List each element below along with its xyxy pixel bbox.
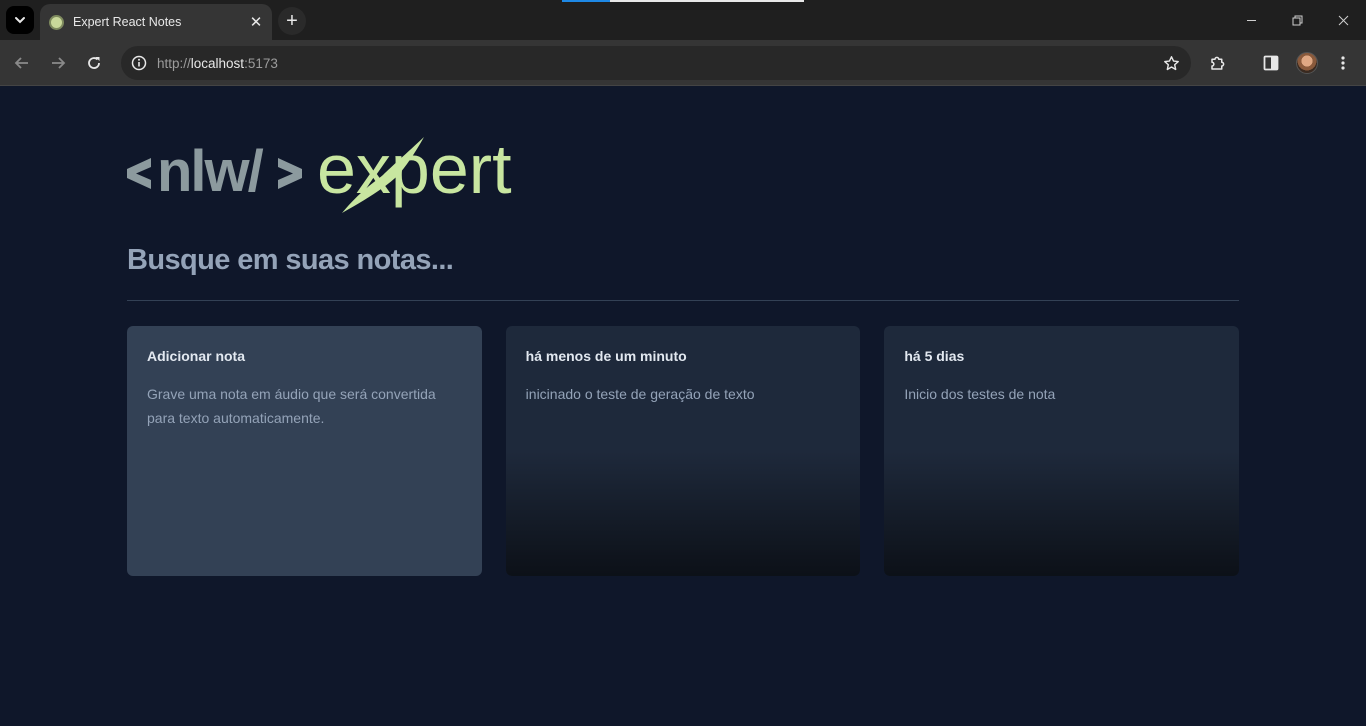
puzzle-icon	[1211, 56, 1225, 70]
arrow-right-icon	[52, 57, 66, 69]
profile-button[interactable]	[1293, 49, 1321, 77]
browser-titlebar: Expert React Notes ✕ +	[0, 0, 1366, 40]
kebab-menu-icon	[1341, 56, 1345, 70]
back-button[interactable]	[8, 49, 36, 77]
search-input[interactable]	[127, 238, 1239, 301]
extensions-button[interactable]	[1204, 49, 1232, 77]
side-panel-button[interactable]	[1257, 49, 1285, 77]
reload-button[interactable]	[80, 49, 108, 77]
site-info-icon[interactable]	[129, 53, 149, 73]
url-port: :5173	[244, 55, 278, 71]
logo-right-text: expert	[317, 135, 512, 208]
note-card-fade	[884, 451, 1240, 576]
browser-tab[interactable]: Expert React Notes ✕	[40, 4, 272, 40]
add-note-card[interactable]: Adicionar nota Grave uma nota em áudio q…	[127, 326, 482, 576]
page: nlw/ expert Adicionar nota Grave uma not…	[0, 87, 1366, 726]
favicon-icon	[49, 14, 64, 30]
restore-button[interactable]	[1274, 0, 1320, 40]
note-card-text: Grave uma nota em áudio que será convert…	[147, 386, 436, 426]
url-text[interactable]: http://localhost:5173	[157, 56, 1157, 71]
nlw-expert-logo: nlw/ expert	[127, 135, 512, 213]
note-card-fade	[505, 451, 861, 576]
chevron-down-icon	[15, 17, 25, 24]
note-card[interactable]: há 5 dias Inicio dos testes de nota	[884, 326, 1240, 576]
logo-left-text: nlw/	[157, 139, 264, 204]
drag-strip-accent	[562, 0, 610, 2]
browser-toolbar: http://localhost:5173	[0, 40, 1366, 86]
bookmark-star-icon[interactable]	[1157, 49, 1185, 77]
close-window-button[interactable]	[1320, 0, 1366, 40]
forward-button[interactable]	[44, 49, 72, 77]
menu-button[interactable]	[1329, 49, 1357, 77]
side-panel-icon	[1263, 55, 1279, 71]
note-card-date: há menos de um minuto	[525, 348, 687, 364]
note-card-text: inicinado o teste de geração de texto	[525, 386, 755, 402]
address-bar[interactable]: http://localhost:5173	[121, 46, 1191, 80]
avatar	[1296, 52, 1318, 74]
url-host: localhost	[190, 55, 245, 71]
tab-close-icon[interactable]: ✕	[246, 12, 266, 32]
reload-icon	[88, 57, 100, 69]
minimize-icon	[1246, 19, 1256, 21]
minimize-button[interactable]	[1228, 0, 1274, 40]
url-scheme: http://	[157, 55, 191, 71]
close-icon	[1338, 15, 1348, 25]
logo-bracket-right	[278, 158, 302, 189]
tab-title: Expert React Notes	[73, 15, 182, 29]
window-controls	[1228, 0, 1366, 40]
notes-grid: Adicionar nota Grave uma nota em áudio q…	[127, 326, 1240, 576]
note-card[interactable]: há menos de um minuto inicinado o teste …	[505, 326, 861, 576]
note-card-title: Adicionar nota	[147, 348, 246, 364]
tab-search-button[interactable]	[6, 6, 34, 34]
note-card-date: há 5 dias	[904, 348, 965, 364]
logo-bracket-left	[127, 158, 151, 189]
new-tab-button[interactable]: +	[278, 7, 306, 35]
arrow-left-icon	[14, 57, 28, 69]
restore-icon	[1292, 15, 1302, 25]
note-card-text: Inicio dos testes de nota	[904, 386, 1056, 402]
